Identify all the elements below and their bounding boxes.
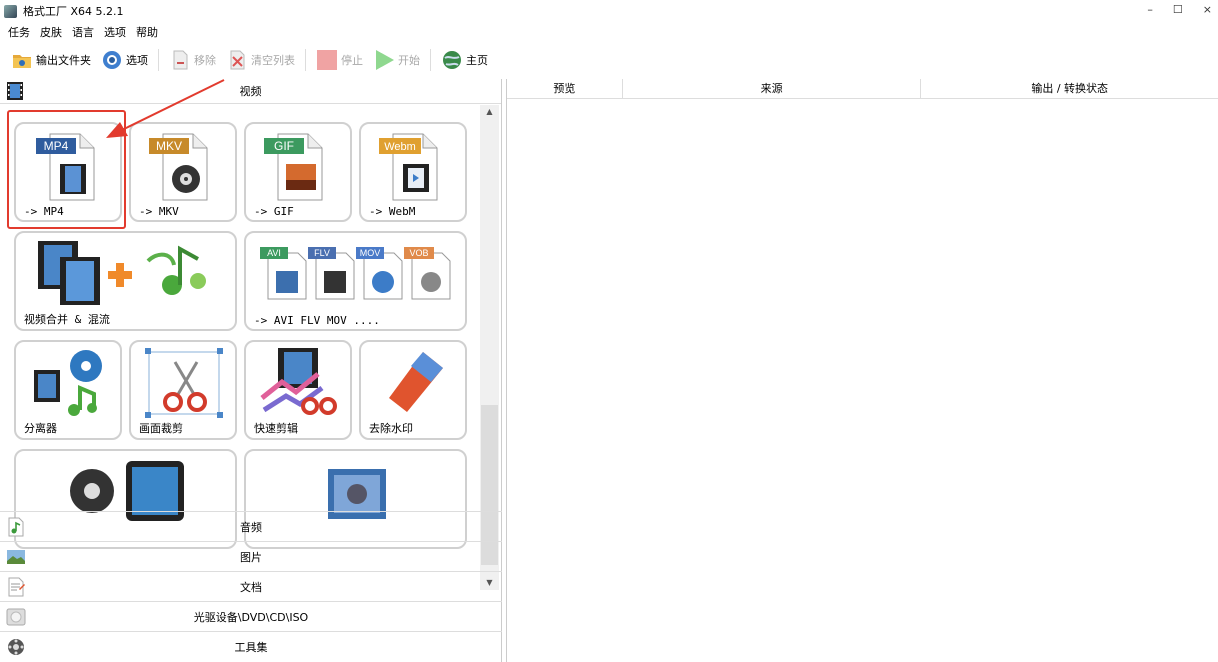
play-icon [376, 50, 394, 70]
options-button[interactable]: 选项 [98, 47, 151, 73]
category-document[interactable]: 文档 [0, 571, 502, 601]
webm-file-icon: Webm [379, 133, 438, 201]
clear-list-icon [230, 50, 245, 70]
category-toolbox[interactable]: 工具集 [0, 631, 502, 661]
tile-remove-watermark-label: 去除水印 [369, 422, 413, 435]
disc-drive-icon [6, 608, 26, 625]
tile-to-avi-flv-mov[interactable]: AVI FLV MOV VOB -> AVI FLV MOV .... [244, 231, 467, 331]
film-icon [7, 82, 23, 100]
menu-skin[interactable]: 皮肤 [40, 24, 62, 42]
scroll-up-arrow[interactable]: ▲ [480, 105, 499, 119]
globe-icon [443, 51, 461, 69]
tile-to-gif[interactable]: GIF -> GIF [244, 122, 352, 222]
menu-language[interactable]: 语言 [72, 24, 94, 42]
output-folder-button[interactable]: 输出文件夹 [8, 47, 94, 73]
menu-help[interactable]: 帮助 [136, 24, 158, 42]
category-video-label: 视频 [239, 85, 262, 98]
merge-icon [38, 241, 206, 305]
close-button[interactable]: × [1203, 3, 1212, 16]
stop-button[interactable]: 停止 [313, 47, 366, 73]
toolbar: 输出文件夹 选项 移除 清空列表 停止 开始 主页 [8, 46, 491, 74]
tile-crop[interactable]: 画面裁剪 [129, 340, 237, 440]
annotation-arrow [106, 79, 225, 138]
tile-splitter[interactable]: 分离器 [14, 340, 122, 440]
svg-text:AVI: AVI [267, 248, 281, 258]
maximize-button[interactable]: ☐ [1173, 3, 1183, 16]
menu-options[interactable]: 选项 [104, 24, 126, 42]
title-bar: 格式工厂 X64 5.2.1 – ☐ × [0, 0, 1218, 22]
start-button[interactable]: 开始 [370, 47, 423, 73]
tile-video-merge[interactable]: 视频合并 & 混流 [14, 231, 237, 331]
task-list-panel: 预览 来源 输出 / 转换状态 [506, 79, 1218, 662]
audio-icon [8, 517, 24, 536]
tile-gif-label: -> GIF [254, 205, 294, 218]
left-panel: 视频 MP4 -> MP4 MKV -> MKV GIF -> GIF Webm… [0, 79, 502, 662]
clear-list-button[interactable]: 清空列表 [223, 47, 298, 73]
stop-icon [317, 50, 337, 70]
tile-to-webm[interactable]: Webm -> WebM [359, 122, 467, 222]
svg-text:FLV: FLV [314, 248, 330, 258]
folder-icon [13, 55, 31, 68]
svg-text:MOV: MOV [360, 248, 381, 258]
multi-format-icon: AVI FLV MOV VOB [260, 247, 451, 300]
eraser-icon [389, 352, 443, 412]
tile-crop-label: 画面裁剪 [139, 422, 183, 435]
column-output-status[interactable]: 输出 / 转换状态 [921, 79, 1218, 98]
toolbox-icon [8, 638, 24, 655]
splitter-icon [34, 350, 102, 416]
minimize-button[interactable]: – [1147, 3, 1153, 16]
column-source[interactable]: 来源 [623, 79, 922, 98]
svg-text:VOB: VOB [409, 248, 428, 258]
app-icon [4, 4, 17, 18]
quick-cut-icon [260, 348, 337, 415]
category-image[interactable]: 图片 [0, 541, 502, 571]
tile-splitter-label: 分离器 [24, 422, 57, 435]
category-audio[interactable]: 音频 [0, 511, 502, 541]
options-icon [103, 51, 121, 69]
mkv-file-icon: MKV [149, 133, 208, 201]
home-button[interactable]: 主页 [438, 47, 491, 73]
remove-icon [173, 50, 188, 70]
crop-scissors-icon [145, 348, 223, 418]
window-title: 格式工厂 X64 5.2.1 [23, 5, 124, 18]
tile-webm-label: -> WebM [369, 205, 416, 218]
tile-multi-label: -> AVI FLV MOV .... [254, 314, 380, 327]
category-video[interactable]: 视频 [0, 79, 501, 104]
menu-bar: 任务 皮肤 语言 选项 帮助 [8, 24, 158, 42]
tile-quick-cut-label: 快速剪辑 [254, 422, 298, 435]
image-icon [7, 549, 25, 564]
tile-merge-label: 视频合并 & 混流 [24, 313, 110, 326]
column-preview[interactable]: 预览 [507, 79, 623, 98]
menu-task[interactable]: 任务 [8, 24, 30, 42]
category-disc-iso[interactable]: 光驱设备\DVD\CD\ISO [0, 601, 502, 631]
svg-text:Webm: Webm [384, 141, 416, 153]
svg-text:GIF: GIF [274, 139, 294, 153]
gif-file-icon: GIF [264, 133, 323, 201]
remove-button[interactable]: 移除 [166, 47, 219, 73]
document-icon [8, 577, 25, 596]
tile-mkv-label: -> MKV [139, 205, 179, 218]
task-list-header: 预览 来源 输出 / 转换状态 [507, 79, 1218, 99]
tile-quick-cut[interactable]: 快速剪辑 [244, 340, 352, 440]
tile-remove-watermark[interactable]: 去除水印 [359, 340, 467, 440]
